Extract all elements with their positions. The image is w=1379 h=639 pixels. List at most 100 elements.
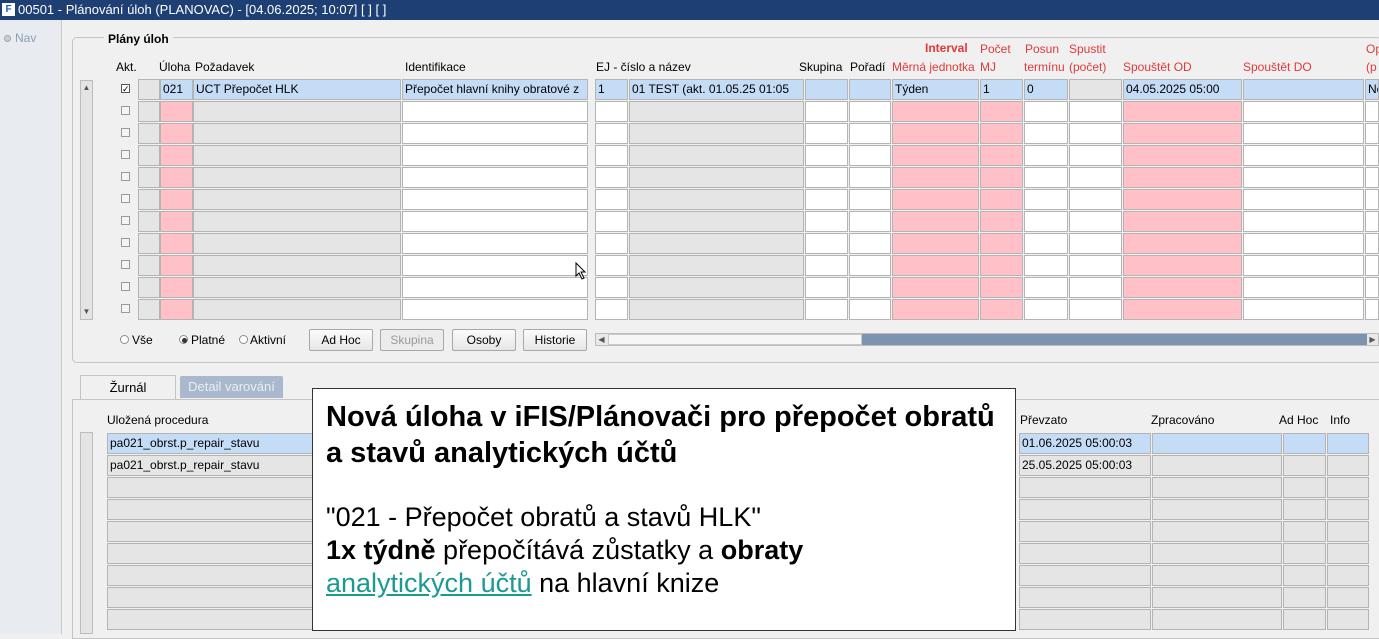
row-active-checkbox[interactable] [121,282,130,291]
table-cell[interactable] [595,211,628,232]
table-cell[interactable] [892,277,979,298]
journal-cell-info[interactable] [1327,455,1369,476]
row-active-checkbox[interactable] [121,260,130,269]
table-cell[interactable] [849,145,891,166]
row-active-checkbox[interactable] [121,150,130,159]
historie-button[interactable]: Historie [523,329,587,351]
plans-vscroll[interactable] [80,80,93,320]
journal-table-cell[interactable] [1019,609,1151,630]
table-cell[interactable] [1365,101,1379,122]
journal-table-cell[interactable] [1152,521,1282,542]
nav-label[interactable]: Nav [15,31,36,45]
hscroll-thumb[interactable] [608,334,862,345]
journal-table-cell[interactable] [1327,477,1369,498]
row-marker[interactable] [138,233,160,254]
table-cell[interactable] [980,101,1023,122]
table-cell[interactable] [402,123,588,144]
table-cell[interactable] [595,145,628,166]
journal-table-cell[interactable] [1283,565,1326,586]
table-cell[interactable] [595,299,628,320]
table-cell[interactable] [160,299,193,320]
table-cell[interactable] [1365,189,1379,210]
table-cell[interactable] [980,123,1023,144]
table-cell[interactable] [1024,299,1068,320]
filter-vse-radio[interactable] [120,335,129,344]
row-marker[interactable] [138,211,160,232]
table-cell[interactable] [849,211,891,232]
journal-table-cell[interactable] [1327,609,1369,630]
journal-table-cell[interactable] [1327,521,1369,542]
table-cell[interactable] [193,299,401,320]
journal-table-cell[interactable] [1327,499,1369,520]
scroll-up-icon[interactable]: ▲ [82,83,91,92]
table-cell[interactable] [892,145,979,166]
row-marker[interactable] [138,167,160,188]
cell-spustit[interactable] [1069,79,1122,100]
journal-table-cell[interactable] [1152,499,1282,520]
journal-cell-adhoc[interactable] [1283,433,1326,454]
cell-poradi[interactable] [849,79,891,100]
table-cell[interactable] [1365,233,1379,254]
row-active-checkbox[interactable] [121,172,130,181]
table-cell[interactable] [1243,145,1364,166]
table-cell[interactable] [892,189,979,210]
filter-vse-label[interactable]: Vše [132,333,153,347]
table-cell[interactable] [595,123,628,144]
table-cell[interactable] [402,101,588,122]
journal-table-cell[interactable] [1327,587,1369,608]
table-cell[interactable] [1243,277,1364,298]
table-cell[interactable] [1123,123,1242,144]
row-marker[interactable] [138,299,160,320]
table-cell[interactable] [402,255,588,276]
table-cell[interactable] [595,189,628,210]
journal-table-cell[interactable] [107,543,317,564]
table-cell[interactable] [849,101,891,122]
table-cell[interactable] [629,101,804,122]
table-cell[interactable] [892,101,979,122]
table-cell[interactable] [805,167,848,188]
cell-uloha[interactable]: 021 [160,79,193,100]
cell-od[interactable]: 04.05.2025 05:00 [1123,79,1242,100]
journal-table-cell[interactable] [1019,587,1151,608]
table-cell[interactable] [1024,167,1068,188]
table-cell[interactable] [980,299,1023,320]
table-cell[interactable] [1243,211,1364,232]
table-cell[interactable] [1024,145,1068,166]
table-cell[interactable] [402,167,588,188]
hscroll-track[interactable] [862,334,1367,345]
journal-table-cell[interactable] [107,587,317,608]
row-marker[interactable] [138,277,160,298]
table-cell[interactable] [1024,233,1068,254]
cell-do[interactable] [1243,79,1364,100]
journal-table-cell[interactable] [1152,609,1282,630]
table-cell[interactable] [160,277,193,298]
table-cell[interactable] [849,277,891,298]
cell-posun[interactable]: 0 [1024,79,1068,100]
table-cell[interactable] [595,101,628,122]
table-cell[interactable] [193,167,401,188]
table-cell[interactable] [193,101,401,122]
table-cell[interactable] [160,145,193,166]
journal-table-cell[interactable] [1019,543,1151,564]
table-cell[interactable] [402,189,588,210]
journal-table-cell[interactable] [1019,521,1151,542]
cell-pozadavek[interactable]: UCT Přepočet HLK [193,79,401,100]
table-cell[interactable] [1069,123,1122,144]
table-cell[interactable] [849,167,891,188]
table-cell[interactable] [805,211,848,232]
cell-interval[interactable]: Týden [892,79,979,100]
table-cell[interactable] [1243,123,1364,144]
scroll-right-icon[interactable]: ▶ [1367,334,1378,345]
cell-op[interactable]: Ne [1365,79,1379,100]
osoby-button[interactable]: Osoby [452,329,516,351]
table-cell[interactable] [193,123,401,144]
journal-table-cell[interactable] [107,521,317,542]
table-cell[interactable] [1024,277,1068,298]
journal-cell-prevzato[interactable]: 25.05.2025 05:00:03 [1019,455,1151,476]
journal-vscroll[interactable] [80,432,93,634]
table-cell[interactable] [849,299,891,320]
row-active-checkbox[interactable]: ✓ [121,84,130,94]
table-cell[interactable] [402,145,588,166]
table-cell[interactable] [629,211,804,232]
table-cell[interactable] [402,277,588,298]
